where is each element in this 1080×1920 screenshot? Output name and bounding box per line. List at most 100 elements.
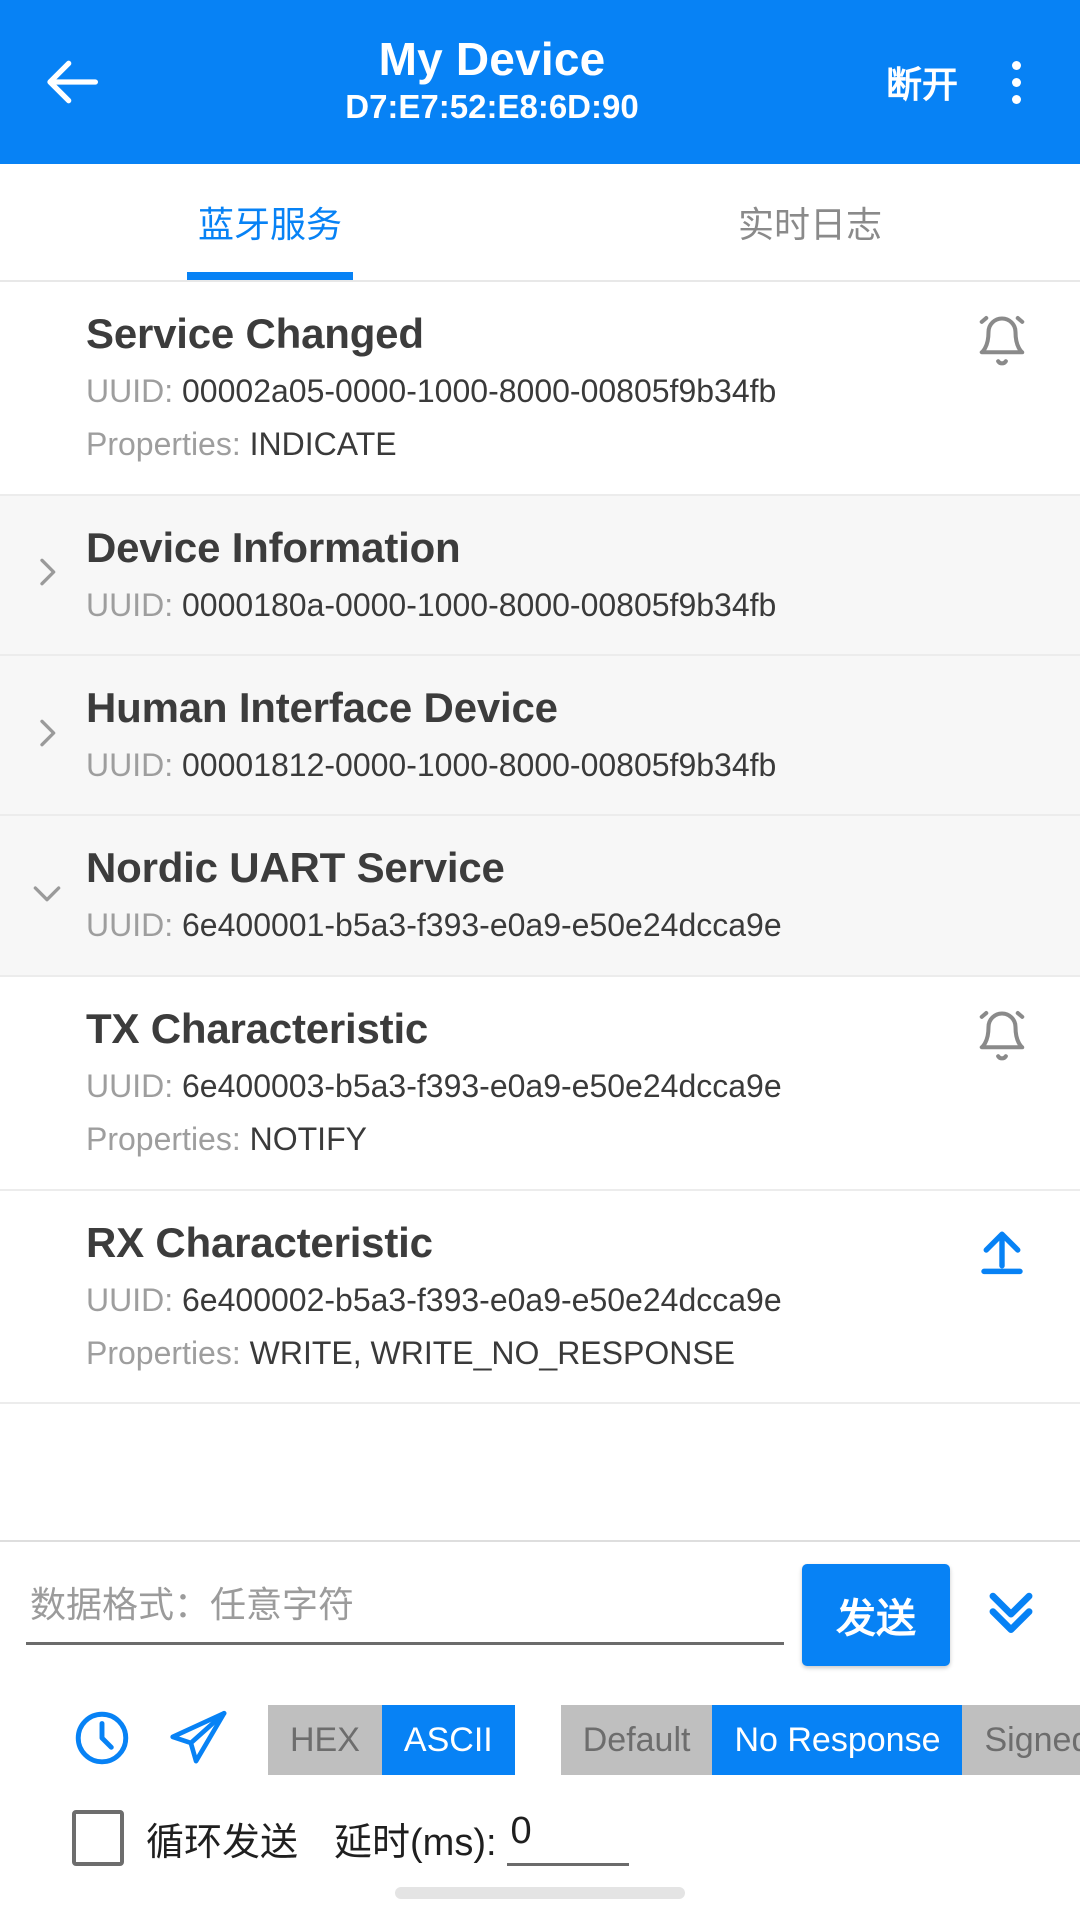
app-bar: My Device D7:E7:52:E8:6D:90 断开 — [0, 0, 1080, 164]
tab-realtime-log[interactable]: 实时日志 — [540, 164, 1080, 280]
arrow-left-icon — [42, 50, 106, 114]
bell-notify-icon — [975, 314, 1029, 373]
paper-plane-icon — [165, 1705, 231, 1776]
uuid-value: 6e400003-b5a3-f393-e0a9-e50e24dcca9e — [182, 1067, 782, 1104]
uuid-line: UUID: 6e400001-b5a3-f393-e0a9-e50e24dcca… — [86, 903, 1050, 948]
chevron-right-icon — [27, 552, 67, 597]
upload-arrow-icon — [975, 1223, 1029, 1282]
chevron-right-icon — [27, 713, 67, 758]
format-option-ascii[interactable]: ASCII — [381, 1705, 515, 1775]
nav-hint-pill — [395, 1887, 685, 1899]
loop-send-checkbox[interactable] — [72, 1810, 124, 1866]
list-item[interactable]: Human Interface Device UUID: 00001812-00… — [0, 656, 1080, 817]
send-button[interactable]: 发送 — [802, 1564, 950, 1666]
properties-line: Properties: WRITE, WRITE_NO_RESPONSE — [86, 1331, 954, 1376]
notify-toggle-button[interactable] — [954, 1003, 1050, 1068]
row-body: Human Interface Device UUID: 00001812-00… — [84, 682, 1050, 788]
data-input-wrapper — [26, 1564, 784, 1645]
overflow-menu-button[interactable] — [978, 34, 1054, 130]
disconnect-button[interactable]: 断开 — [872, 46, 972, 118]
characteristic-name: TX Characteristic — [86, 1004, 429, 1052]
properties-label: Properties: — [86, 426, 241, 463]
uuid-line: UUID: 6e400002-b5a3-f393-e0a9-e50e24dcca… — [86, 1278, 954, 1323]
uuid-value: 00002a05-0000-1000-8000-00805f9b34fb — [182, 372, 777, 409]
uuid-label: UUID: — [86, 1281, 174, 1318]
list-item[interactable]: Device Information UUID: 0000180a-0000-1… — [0, 495, 1080, 657]
loop-send-label: 循环发送 — [146, 1821, 299, 1864]
properties-line: Properties: NOTIFY — [86, 1117, 954, 1162]
properties-value: INDICATE — [249, 426, 397, 463]
list-item[interactable]: TX Characteristic UUID: 6e400003-b5a3-f3… — [0, 976, 1080, 1191]
tab-bar: 蓝牙服务 实时日志 — [0, 164, 1080, 282]
tab-label: 蓝牙服务 — [197, 204, 342, 245]
uuid-value: 0000180a-0000-1000-8000-00805f9b34fb — [182, 586, 777, 623]
tab-label: 实时日志 — [737, 204, 882, 245]
properties-value: NOTIFY — [249, 1121, 367, 1158]
delay-input[interactable] — [506, 1810, 629, 1866]
row-body: Nordic UART Service UUID: 6e400001-b5a3-… — [84, 842, 1050, 948]
write-type-default[interactable]: Default — [560, 1705, 713, 1775]
collapse-toggle[interactable] — [0, 866, 84, 926]
write-type-signed[interactable]: Signed — [962, 1705, 1080, 1775]
format-segmented-control: HEX ASCII — [268, 1705, 515, 1775]
row-body: Service Changed UUID: 00002a05-0000-1000… — [84, 308, 954, 468]
properties-label: Properties: — [86, 1334, 241, 1371]
page-title: My Device — [378, 32, 606, 85]
write-type-no-response[interactable]: No Response — [712, 1705, 963, 1775]
uuid-value: 00001812-0000-1000-8000-00805f9b34fb — [182, 747, 777, 784]
title-block: My Device D7:E7:52:E8:6D:90 — [112, 32, 872, 129]
uuid-label: UUID: — [86, 1067, 174, 1104]
service-name: Nordic UART Service — [86, 844, 505, 892]
uuid-label: UUID: — [86, 907, 174, 944]
history-button[interactable] — [54, 1692, 150, 1788]
uuid-line: UUID: 00002a05-0000-1000-8000-00805f9b34… — [86, 369, 954, 414]
write-type-segmented-control: Default No Response Signed — [560, 1705, 1080, 1775]
properties-value: WRITE, WRITE_NO_RESPONSE — [249, 1334, 736, 1371]
uuid-line: UUID: 0000180a-0000-1000-8000-00805f9b34… — [86, 583, 1050, 628]
delay-label: 延时(ms): — [334, 1821, 497, 1864]
write-button[interactable] — [954, 1217, 1050, 1282]
characteristic-name: Service Changed — [86, 310, 424, 357]
uuid-label: UUID: — [86, 372, 174, 409]
properties-label: Properties: — [86, 1121, 241, 1158]
row-body: TX Characteristic UUID: 6e400003-b5a3-f3… — [84, 1003, 954, 1163]
back-button[interactable] — [26, 34, 122, 130]
data-input[interactable] — [26, 1572, 784, 1645]
send-bar: 发送 — [0, 1540, 1080, 1866]
list-item[interactable]: Nordic UART Service UUID: 6e400001-b5a3-… — [0, 816, 1080, 977]
uuid-value: 6e400001-b5a3-f393-e0a9-e50e24dcca9e — [182, 907, 782, 944]
properties-line: Properties: INDICATE — [86, 422, 954, 467]
list-item[interactable]: Service Changed UUID: 00002a05-0000-1000… — [0, 282, 1080, 496]
service-list[interactable]: Service Changed UUID: 00002a05-0000-1000… — [0, 282, 1080, 1540]
chevron-down-icon — [27, 873, 67, 918]
quick-send-button[interactable] — [150, 1692, 246, 1788]
uuid-label: UUID: — [86, 586, 174, 623]
expand-toggle[interactable] — [0, 705, 84, 765]
options-row: HEX ASCII Default No Response Signed — [26, 1666, 1080, 1788]
device-mac-address: D7:E7:52:E8:6D:90 — [345, 87, 639, 125]
tab-bluetooth-services[interactable]: 蓝牙服务 — [0, 164, 540, 280]
notify-toggle-button[interactable] — [954, 308, 1050, 373]
appbar-actions: 断开 — [872, 34, 1054, 130]
nav-hint-bar — [0, 1866, 1080, 1920]
loop-send-row: 循环发送 延时(ms): — [26, 1788, 1054, 1866]
row-body: Device Information UUID: 0000180a-0000-1… — [84, 522, 1050, 628]
app-screen: My Device D7:E7:52:E8:6D:90 断开 蓝牙服务 实时日志… — [0, 0, 1080, 1920]
expand-panel-button[interactable] — [968, 1564, 1054, 1658]
service-name: Device Information — [86, 523, 461, 571]
service-name: Human Interface Device — [86, 684, 558, 732]
format-option-hex[interactable]: HEX — [268, 1705, 382, 1775]
uuid-value: 6e400002-b5a3-f393-e0a9-e50e24dcca9e — [182, 1281, 782, 1318]
clock-icon — [71, 1707, 133, 1774]
send-input-row: 发送 — [26, 1564, 1054, 1666]
expand-toggle[interactable] — [0, 545, 84, 605]
row-body: RX Characteristic UUID: 6e400002-b5a3-f3… — [84, 1217, 954, 1377]
uuid-line: UUID: 00001812-0000-1000-8000-00805f9b34… — [86, 743, 1050, 788]
uuid-label: UUID: — [86, 747, 174, 784]
uuid-line: UUID: 6e400003-b5a3-f393-e0a9-e50e24dcca… — [86, 1064, 954, 1109]
more-vertical-icon — [1011, 60, 1021, 104]
list-item[interactable]: RX Characteristic UUID: 6e400002-b5a3-f3… — [0, 1190, 1080, 1405]
chevron-double-down-icon — [980, 1578, 1042, 1645]
characteristic-name: RX Characteristic — [86, 1218, 433, 1266]
bell-notify-icon — [975, 1009, 1029, 1068]
